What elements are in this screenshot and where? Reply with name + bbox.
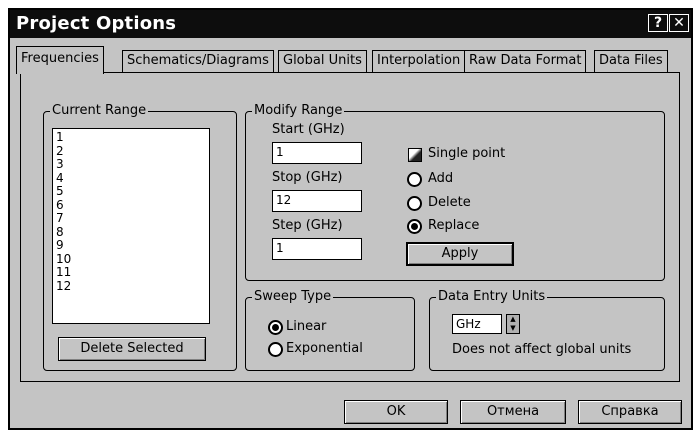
units-note: Does not affect global units — [452, 342, 632, 357]
replace-radio[interactable] — [407, 219, 422, 234]
sweep-type-group: Sweep Type Linear Exponential — [245, 289, 415, 371]
modify-range-label: Modify Range — [252, 103, 345, 118]
exponential-label: Exponential — [286, 341, 363, 356]
cancel-button[interactable]: Отмена — [460, 400, 566, 424]
add-label: Add — [428, 171, 454, 186]
help-icon[interactable]: ? — [648, 14, 668, 32]
tab-raw-data-format[interactable]: Raw Data Format — [464, 50, 587, 72]
list-item[interactable]: 5 — [56, 184, 206, 199]
list-item[interactable]: 11 — [56, 265, 206, 280]
linear-radio[interactable] — [268, 320, 283, 335]
close-icon[interactable]: ✕ — [669, 14, 689, 32]
single-point-label: Single point — [428, 146, 506, 161]
start-input[interactable]: 1 — [272, 142, 362, 164]
list-item[interactable]: 7 — [56, 211, 206, 226]
delete-label: Delete — [428, 195, 471, 210]
step-input[interactable]: 1 — [272, 238, 362, 260]
spin-up-icon[interactable]: ▲ — [507, 315, 519, 324]
title-bar[interactable]: Project Options ? ✕ — [10, 10, 691, 38]
list-item[interactable]: 4 — [56, 171, 206, 186]
list-item[interactable]: 10 — [56, 252, 206, 267]
modify-range-group: Modify Range Start (GHz) 1 Stop (GHz) 12… — [245, 103, 665, 281]
current-range-list[interactable]: 1 2 3 4 5 6 7 8 9 10 11 12 — [52, 128, 210, 324]
current-range-label: Current Range — [50, 103, 149, 118]
list-item[interactable]: 6 — [56, 198, 206, 213]
tab-schematics-diagrams[interactable]: Schematics/Diagrams — [122, 50, 274, 72]
spin-down-icon[interactable]: ▼ — [507, 324, 519, 333]
list-item[interactable]: 12 — [56, 279, 206, 294]
help-button[interactable]: Справка — [578, 400, 682, 424]
tab-strip: Frequencies Schematics/Diagrams Global U… — [10, 38, 691, 74]
step-label: Step (GHz) — [272, 218, 343, 233]
sweep-type-label: Sweep Type — [252, 289, 334, 304]
list-item[interactable]: 8 — [56, 225, 206, 240]
units-spinner[interactable]: ▲ ▼ — [506, 314, 520, 334]
project-options-dialog: Project Options ? ✕ Frequencies Schemati… — [8, 8, 693, 430]
current-range-group: Current Range 1 2 3 4 5 6 7 8 9 10 11 12… — [43, 103, 237, 371]
tab-interpolation[interactable]: Interpolation — [372, 50, 466, 72]
list-item[interactable]: 2 — [56, 144, 206, 159]
single-point-checkbox[interactable] — [408, 148, 422, 162]
list-item[interactable]: 1 — [56, 130, 206, 145]
tab-data-files[interactable]: Data Files — [594, 50, 668, 72]
linear-label: Linear — [286, 319, 327, 334]
stop-input[interactable]: 12 — [272, 190, 362, 212]
tab-global-units[interactable]: Global Units — [278, 50, 367, 72]
start-label: Start (GHz) — [272, 122, 345, 137]
stop-label: Stop (GHz) — [272, 170, 343, 185]
data-entry-units-group: Data Entry Units GHz ▲ ▼ Does not affect… — [429, 289, 665, 371]
tab-frequencies[interactable]: Frequencies — [16, 46, 104, 74]
delete-selected-button[interactable]: Delete Selected — [58, 337, 206, 361]
dialog-title: Project Options — [16, 13, 177, 34]
add-radio[interactable] — [407, 172, 422, 187]
replace-label: Replace — [428, 218, 480, 233]
exponential-radio[interactable] — [268, 342, 283, 357]
frequencies-panel: Current Range 1 2 3 4 5 6 7 8 9 10 11 12… — [20, 72, 680, 382]
ok-button[interactable]: OK — [344, 400, 448, 424]
delete-radio[interactable] — [407, 196, 422, 211]
apply-button[interactable]: Apply — [406, 242, 514, 266]
units-field[interactable]: GHz — [452, 314, 502, 334]
list-item[interactable]: 9 — [56, 238, 206, 253]
data-entry-units-label: Data Entry Units — [436, 289, 548, 304]
list-item[interactable]: 3 — [56, 157, 206, 172]
